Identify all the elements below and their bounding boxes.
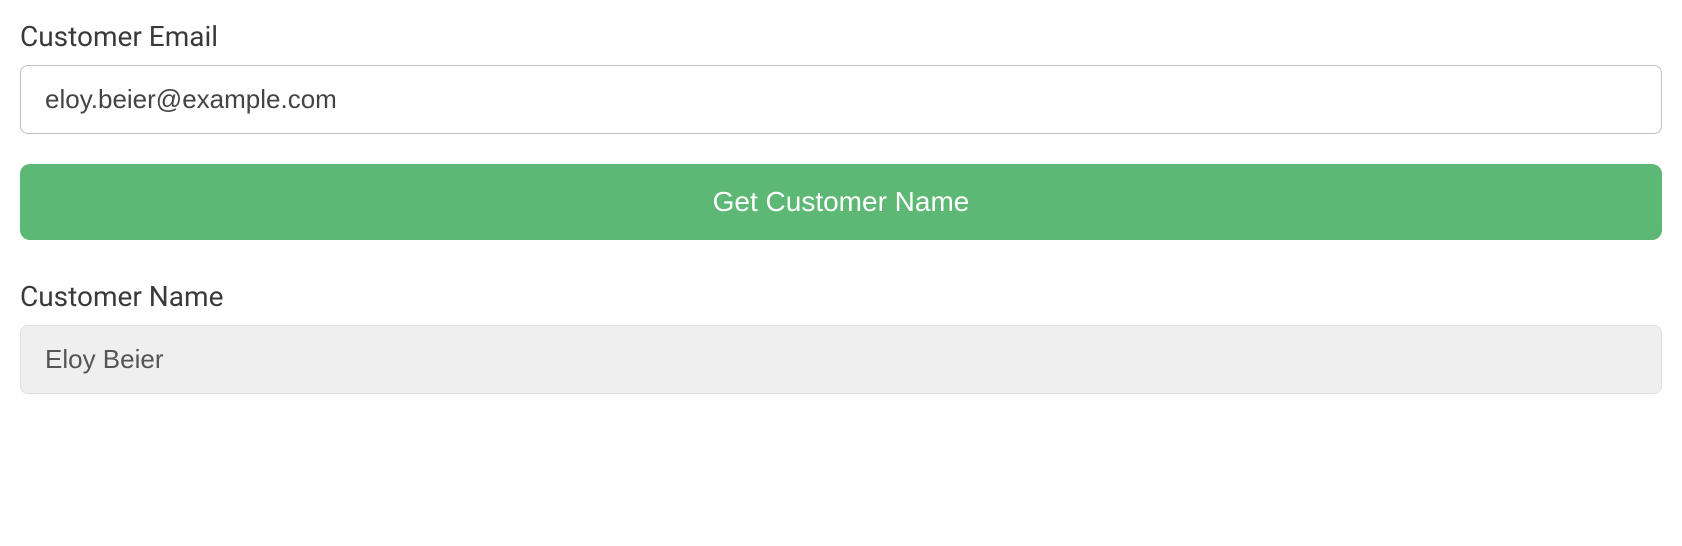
email-input[interactable] [20, 65, 1662, 134]
name-form-group: Customer Name [20, 280, 1662, 394]
email-form-group: Customer Email [20, 20, 1662, 134]
email-label: Customer Email [20, 20, 1662, 53]
get-customer-name-button[interactable]: Get Customer Name [20, 164, 1662, 240]
name-label: Customer Name [20, 280, 1662, 313]
name-output [20, 325, 1662, 394]
